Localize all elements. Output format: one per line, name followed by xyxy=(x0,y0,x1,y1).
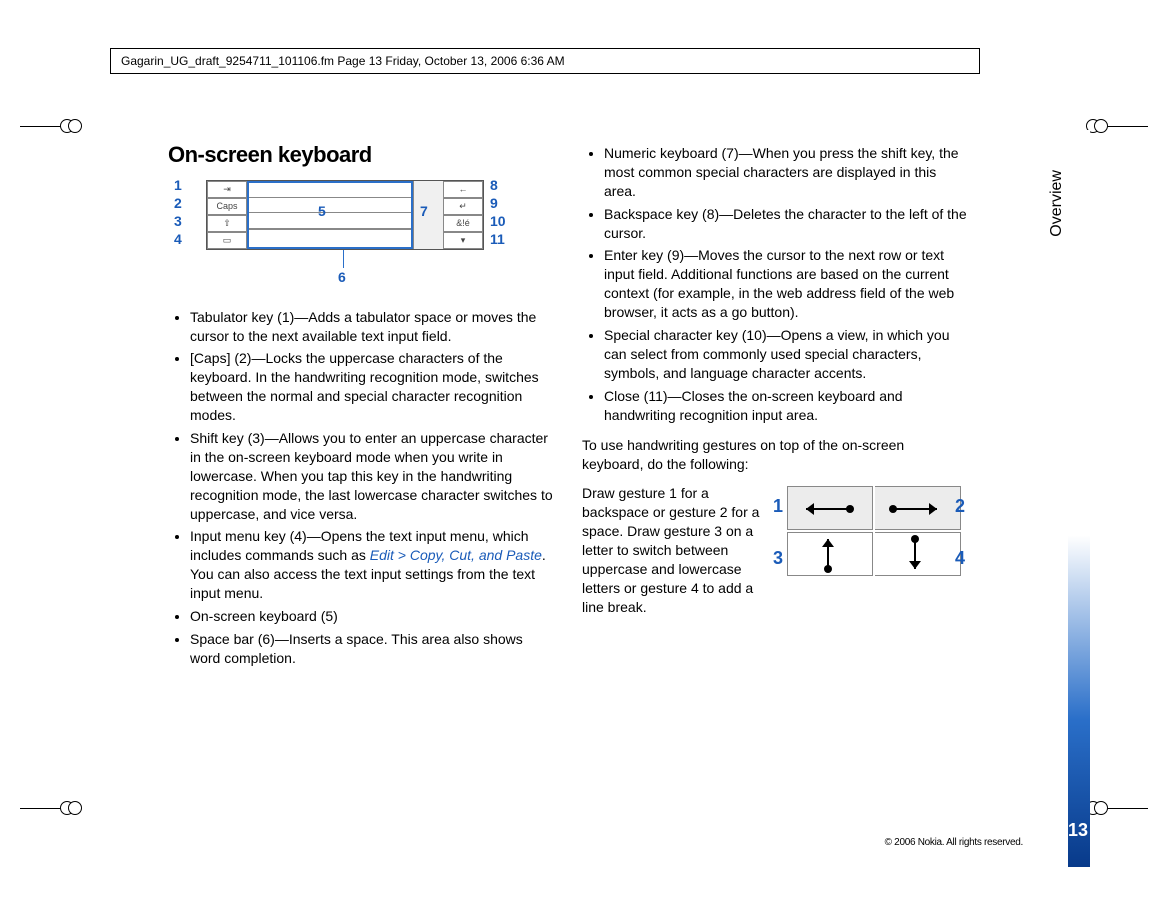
numeric-area xyxy=(413,181,443,249)
right-bullet-list: Numeric keyboard (7)—When you press the … xyxy=(582,144,968,424)
print-header: Gagarin_UG_draft_9254711_101106.fm Page … xyxy=(110,48,980,74)
key-tab: ⇥ xyxy=(207,181,247,198)
callout-4: 4 xyxy=(174,230,182,249)
section-label: Overview xyxy=(1046,170,1068,237)
callout-11: 11 xyxy=(490,230,505,249)
page-number: 13 xyxy=(1068,818,1088,842)
crop-mark xyxy=(1086,798,1148,817)
right-column: Numeric keyboard (7)—When you press the … xyxy=(582,140,968,672)
menu-path: Edit > Copy, Cut, and Paste xyxy=(370,547,542,563)
bullet-item: Numeric keyboard (7)—When you press the … xyxy=(604,144,968,201)
gesture-label-1: 1 xyxy=(773,494,783,518)
bullet-item: Special character key (10)—Opens a view,… xyxy=(604,326,968,383)
gesture-cell-4 xyxy=(875,532,961,576)
bullet-item: Close (11)—Closes the on-screen keyboard… xyxy=(604,387,968,425)
gesture-label-2: 2 xyxy=(955,494,965,518)
bullet-item: Tabulator key (1)—Adds a tabulator space… xyxy=(190,308,554,346)
gesture-cell-1 xyxy=(787,486,873,530)
page-sidebar: Overview 13 xyxy=(1028,130,1068,867)
callout-6: 6 xyxy=(338,268,346,287)
callout-9: 9 xyxy=(490,194,498,213)
gesture-cell-3 xyxy=(787,532,873,576)
callout-2: 2 xyxy=(174,194,182,213)
crop-mark xyxy=(1086,116,1148,135)
left-bullet-list: Tabulator key (1)—Adds a tabulator space… xyxy=(168,308,554,668)
callout-8: 8 xyxy=(490,176,498,195)
callout-3: 3 xyxy=(174,212,182,231)
gesture-label-4: 4 xyxy=(955,546,965,570)
key-caps: Caps xyxy=(207,198,247,215)
gesture-intro: To use handwriting gestures on top of th… xyxy=(582,436,968,474)
leader-line xyxy=(343,250,344,268)
crop-mark xyxy=(20,798,82,817)
gesture-label-3: 3 xyxy=(773,546,783,570)
key-shift: ⇧ xyxy=(207,215,247,232)
bullet-item: [Caps] (2)—Locks the uppercase character… xyxy=(190,349,554,425)
sidebar-gradient xyxy=(1068,130,1090,867)
callout-7: 7 xyxy=(420,202,428,221)
callout-10: 10 xyxy=(490,212,506,231)
gesture-diagram: 1 2 3 4 xyxy=(773,484,968,594)
keyboard-body: ⇥ Caps ⇧ ▭ ← ↵ &!é ▾ xyxy=(206,180,484,250)
bullet-item: Shift key (3)—Allows you to enter an upp… xyxy=(190,429,554,523)
callout-1: 1 xyxy=(174,176,182,195)
key-backspace: ← xyxy=(443,181,483,198)
gesture-body: Draw gesture 1 for a backspace or gestur… xyxy=(582,484,772,616)
main-content: On-screen keyboard ⇥ Caps ⇧ ▭ ← xyxy=(168,140,968,672)
bullet-item: Input menu key (4)—Opens the text input … xyxy=(190,527,554,603)
key-special: &!é xyxy=(443,215,483,232)
callout-5: 5 xyxy=(318,202,326,221)
key-enter: ↵ xyxy=(443,198,483,215)
copyright-text: © 2006 Nokia. All rights reserved. xyxy=(885,836,1023,850)
bullet-item: Enter key (9)—Moves the cursor to the ne… xyxy=(604,246,968,322)
bullet-item: Backspace key (8)—Deletes the character … xyxy=(604,205,968,243)
left-column: On-screen keyboard ⇥ Caps ⇧ ▭ ← xyxy=(168,140,554,672)
bullet-item: On-screen keyboard (5) xyxy=(190,607,554,626)
gesture-cell-2 xyxy=(875,486,961,530)
bullet-item: Space bar (6)—Inserts a space. This area… xyxy=(190,630,554,668)
keyboard-diagram: ⇥ Caps ⇧ ▭ ← ↵ &!é ▾ xyxy=(168,180,518,290)
doc-footer-text: Gagarin_UG_draft_9254711_101106.fm Page … xyxy=(121,54,565,68)
key-menu: ▭ xyxy=(207,232,247,249)
section-heading: On-screen keyboard xyxy=(168,140,554,170)
key-close: ▾ xyxy=(443,232,483,249)
crop-mark xyxy=(20,116,82,135)
